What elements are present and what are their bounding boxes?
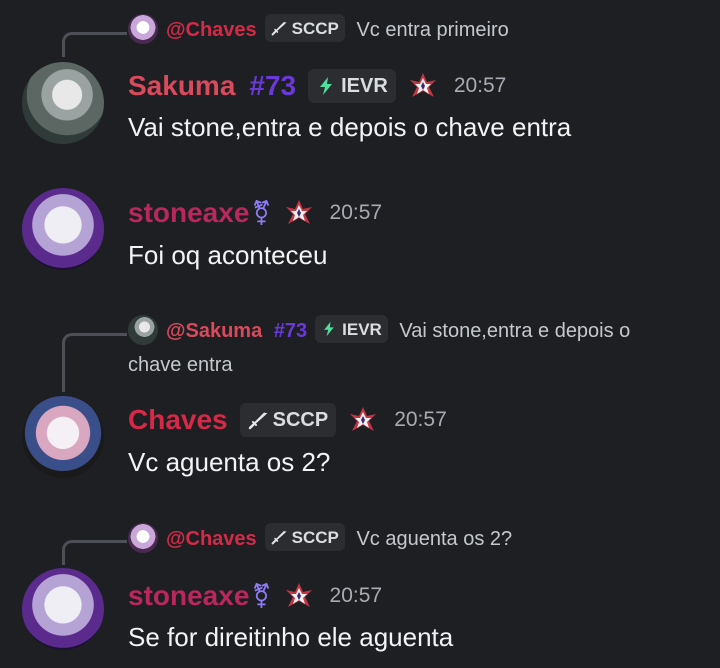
message-text: Vc aguenta os 2? <box>128 447 331 477</box>
role-icon <box>408 71 438 101</box>
reply-connector <box>62 540 127 565</box>
reply-avatar[interactable] <box>128 522 158 553</box>
bolt-icon <box>321 321 337 337</box>
reply-preview[interactable]: @Chaves SCCP Vc entra primeiro <box>128 13 509 47</box>
avatar[interactable] <box>22 62 104 144</box>
reply-text: Vai stone,entra e depois o <box>399 320 631 342</box>
reply-preview[interactable]: @Chaves SCCP Vc aguenta os 2? <box>128 522 513 556</box>
reply-text: Vc aguenta os 2? <box>356 528 513 550</box>
reply-number: #73 <box>273 320 308 342</box>
guild-tag-label: IEVR <box>341 74 388 97</box>
timestamp: 20:57 <box>453 74 507 97</box>
sword-icon <box>271 20 287 36</box>
reply-text-continued: chave entra <box>128 354 233 376</box>
message-header: Sakuma #73 IEVR 20:57 <box>128 66 506 106</box>
reply-connector <box>62 333 127 392</box>
role-icon <box>284 581 314 611</box>
reply-preview[interactable]: @Sakuma #73 IEVR Vai stone,entra e depois… <box>128 314 698 348</box>
reply-avatar[interactable] <box>128 13 158 44</box>
message-text: Foi oq aconteceu <box>128 240 328 270</box>
sword-icon <box>271 529 287 545</box>
timestamp: 20:57 <box>329 584 383 607</box>
reply-tag: IEVR <box>315 315 388 343</box>
username[interactable]: stoneaxe <box>128 580 249 612</box>
avatar[interactable] <box>22 568 104 650</box>
role-icon <box>348 405 378 435</box>
reply-tag: SCCP <box>264 14 345 42</box>
user-number: #73 <box>249 70 297 101</box>
timestamp: 20:57 <box>329 201 383 224</box>
reply-tag: SCCP <box>264 523 345 551</box>
reply-connector <box>62 32 127 57</box>
reply-author[interactable]: @Chaves <box>166 528 257 550</box>
avatar[interactable] <box>22 188 104 270</box>
reply-author[interactable]: @Sakuma <box>166 320 262 342</box>
message-text: Se for direitinho ele aguenta <box>128 622 454 652</box>
message-text: Vai stone,entra e depois o chave entra <box>128 112 572 142</box>
username[interactable]: stoneaxe <box>128 197 249 229</box>
message-header: Chaves SCCP 20:57 <box>128 400 447 440</box>
role-icon <box>284 198 314 228</box>
timestamp: 20:57 <box>394 408 447 431</box>
guild-tag-label: SCCP <box>272 408 329 431</box>
message-header: stoneaxe ⚧ 20:57 <box>128 576 382 616</box>
trans-symbol: ⚧ <box>251 582 272 610</box>
reply-author[interactable]: @Chaves <box>166 19 257 41</box>
username[interactable]: Chaves <box>128 404 228 436</box>
guild-tag[interactable]: SCCP <box>239 403 337 437</box>
guild-tag[interactable]: IEVR <box>308 69 396 103</box>
trans-symbol: ⚧ <box>251 199 272 227</box>
sword-icon <box>248 410 268 430</box>
reply-tag-label: IEVR <box>342 319 382 339</box>
avatar[interactable] <box>22 396 104 478</box>
reply-tag-label: SCCP <box>291 527 339 547</box>
reply-tag-label: SCCP <box>291 18 339 38</box>
bolt-icon <box>316 76 336 96</box>
username[interactable]: Sakuma <box>128 70 235 102</box>
reply-avatar[interactable] <box>128 314 158 345</box>
message-header: stoneaxe ⚧ 20:57 <box>128 193 382 233</box>
reply-text: Vc entra primeiro <box>356 19 509 41</box>
